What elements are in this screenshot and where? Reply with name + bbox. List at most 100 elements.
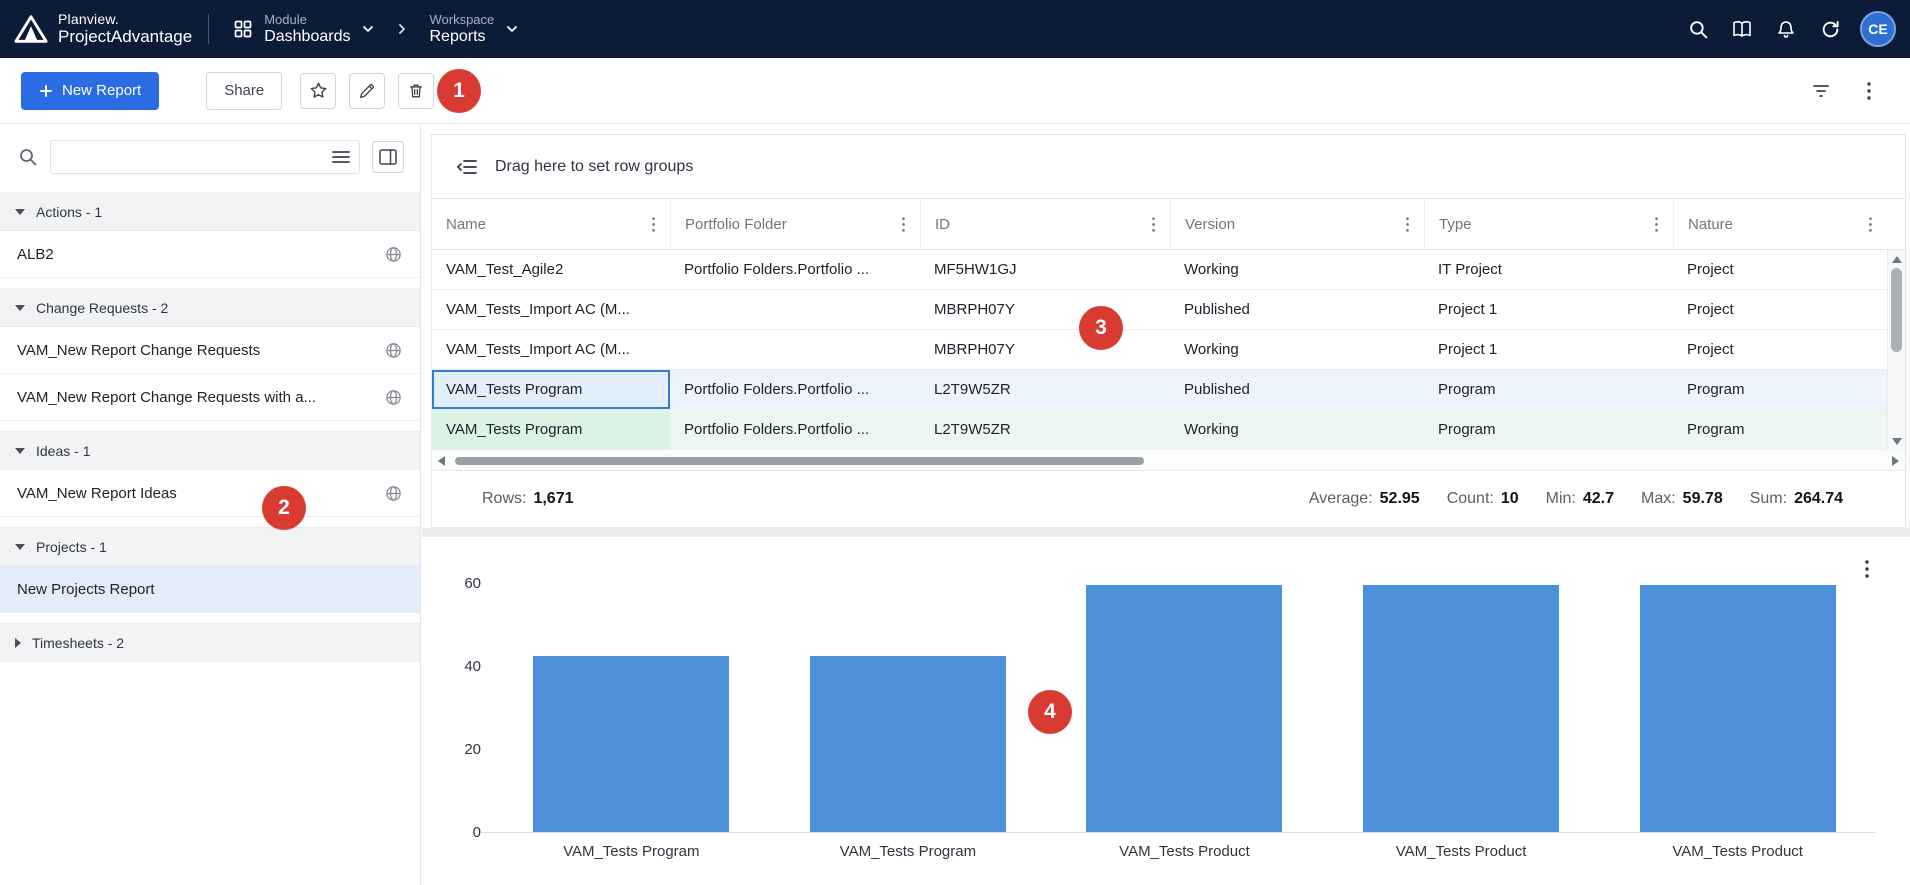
column-header-version[interactable]: Version xyxy=(1170,199,1424,249)
cell-nature[interactable]: Project xyxy=(1673,330,1887,369)
section-label: Timesheets - 2 xyxy=(32,635,124,651)
cell-id[interactable]: MBRPH07Y xyxy=(920,330,1170,369)
annotation-badge-2: 2 xyxy=(262,486,306,530)
cell-type[interactable]: Program xyxy=(1424,410,1673,449)
row-groups-icon xyxy=(456,158,478,176)
x-axis-labels: VAM_Tests Program VAM_Tests Program VAM_… xyxy=(493,843,1876,860)
table-row-highlighted[interactable]: VAM_Tests Program Portfolio Folders.Port… xyxy=(432,410,1887,450)
cell-type[interactable]: IT Project xyxy=(1424,250,1673,289)
sidebar-section-change-requests[interactable]: Change Requests - 2 xyxy=(0,288,420,327)
table-row[interactable]: VAM_Tests_Import AC (M... MBRPH07Y Worki… xyxy=(432,330,1887,370)
brand[interactable]: Planview. ProjectAdvantage xyxy=(14,11,192,47)
chart-options-button[interactable] xyxy=(1858,553,1876,585)
sidebar-section-timesheets[interactable]: Timesheets - 2 xyxy=(0,623,420,662)
cell-name[interactable]: VAM_Test_Agile2 xyxy=(432,250,670,289)
cell-portfolio-folder[interactable]: Portfolio Folders.Portfolio ... xyxy=(670,410,920,449)
column-menu-icon[interactable] xyxy=(651,216,656,233)
column-menu-icon[interactable] xyxy=(901,216,906,233)
chart-bar xyxy=(533,656,729,833)
edit-button[interactable] xyxy=(349,73,385,109)
cell-type[interactable]: Project 1 xyxy=(1424,290,1673,329)
workspace-label: Workspace xyxy=(429,12,494,28)
column-header-portfolio-folder[interactable]: Portfolio Folder xyxy=(670,199,920,249)
sidebar-section-ideas[interactable]: Ideas - 1 xyxy=(0,431,420,470)
cell-id[interactable]: MBRPH07Y xyxy=(920,290,1170,329)
filter-button[interactable] xyxy=(1801,71,1841,111)
cell-id[interactable]: MF5HW1GJ xyxy=(920,250,1170,289)
horizontal-scrollbar-track[interactable] xyxy=(451,456,1886,466)
user-avatar[interactable]: CE xyxy=(1860,11,1896,47)
workspace-switcher[interactable]: Workspace Reports xyxy=(421,7,527,52)
table-row[interactable]: VAM_Test_Agile2 Portfolio Folders.Portfo… xyxy=(432,250,1887,290)
cell-portfolio-folder[interactable] xyxy=(670,290,920,329)
column-header-name[interactable]: Name xyxy=(432,199,670,249)
favorite-button[interactable] xyxy=(300,73,336,109)
sidebar-item-ideas-1[interactable]: VAM_New Report Ideas xyxy=(0,470,420,517)
horizontal-scrollbar[interactable] xyxy=(432,451,1905,471)
column-menu-icon[interactable] xyxy=(1151,216,1156,233)
cell-nature[interactable]: Project xyxy=(1673,250,1887,289)
x-axis-label: VAM_Tests Product xyxy=(1323,843,1600,860)
column-menu-icon[interactable] xyxy=(1654,216,1659,233)
brand-product: ProjectAdvantage xyxy=(58,27,192,47)
scroll-up-arrow-icon[interactable] xyxy=(1892,256,1902,263)
cell-version[interactable]: Working xyxy=(1170,330,1424,369)
cell-portfolio-folder[interactable]: Portfolio Folders.Portfolio ... xyxy=(670,250,920,289)
x-axis-label: VAM_Tests Product xyxy=(1046,843,1323,860)
cell-id[interactable]: L2T9W5ZR xyxy=(920,370,1170,409)
cell-version[interactable]: Published xyxy=(1170,290,1424,329)
scroll-left-arrow-icon[interactable] xyxy=(438,456,445,466)
column-header-nature[interactable]: Nature xyxy=(1673,199,1887,249)
more-options-button[interactable] xyxy=(1849,71,1889,111)
scroll-right-arrow-icon[interactable] xyxy=(1892,456,1899,466)
sidebar-section-projects[interactable]: Projects - 1 xyxy=(0,527,420,566)
table-row[interactable]: VAM_Tests_Import AC (M... MBRPH07Y Publi… xyxy=(432,290,1887,330)
vertical-scrollbar-thumb[interactable] xyxy=(1891,268,1902,352)
sidebar-search-box[interactable] xyxy=(50,140,360,174)
table-row-selected[interactable]: VAM_Tests Program Portfolio Folders.Port… xyxy=(432,370,1887,410)
cell-version[interactable]: Working xyxy=(1170,410,1424,449)
cell-name[interactable]: VAM_Tests_Import AC (M... xyxy=(432,290,670,329)
search-input[interactable] xyxy=(60,149,332,166)
sidebar-item-alb2[interactable]: ALB2 xyxy=(0,231,420,278)
cell-portfolio-folder[interactable]: Portfolio Folders.Portfolio ... xyxy=(670,370,920,409)
scroll-down-arrow-icon[interactable] xyxy=(1892,438,1902,445)
cell-id[interactable]: L2T9W5ZR xyxy=(920,410,1170,449)
toggle-panel-button[interactable] xyxy=(372,141,404,173)
delete-button[interactable] xyxy=(398,73,434,109)
cell-name[interactable]: VAM_Tests_Import AC (M... xyxy=(432,330,670,369)
share-button[interactable]: Share xyxy=(206,72,282,110)
cell-version[interactable]: Working xyxy=(1170,250,1424,289)
sidebar-item-change-requests-2[interactable]: VAM_New Report Change Requests with a... xyxy=(0,374,420,421)
refresh-icon xyxy=(1820,19,1841,40)
cell-nature[interactable]: Project xyxy=(1673,290,1887,329)
horizontal-scrollbar-thumb[interactable] xyxy=(455,457,1144,465)
menu-icon[interactable] xyxy=(332,150,350,164)
sidebar-section-actions[interactable]: Actions - 1 xyxy=(0,192,420,231)
module-switcher[interactable]: Module Dashboards xyxy=(225,7,383,52)
cell-type[interactable]: Program xyxy=(1424,370,1673,409)
section-label: Change Requests - 2 xyxy=(36,300,168,316)
column-header-type[interactable]: Type xyxy=(1424,199,1673,249)
cell-type[interactable]: Project 1 xyxy=(1424,330,1673,369)
cell-name-focused[interactable]: VAM_Tests Program xyxy=(432,370,670,409)
cell-name-highlighted[interactable]: VAM_Tests Program xyxy=(432,410,670,449)
column-menu-icon[interactable] xyxy=(1405,216,1410,233)
search-button[interactable] xyxy=(1676,7,1720,51)
new-report-button[interactable]: New Report xyxy=(21,72,159,110)
refresh-button[interactable] xyxy=(1808,7,1852,51)
report-grid-panel: Drag here to set row groups Name Portfol… xyxy=(431,134,1906,528)
cell-version[interactable]: Published xyxy=(1170,370,1424,409)
sidebar-item-new-projects-report[interactable]: New Projects Report xyxy=(0,566,420,613)
cell-nature[interactable]: Program xyxy=(1673,370,1887,409)
row-groups-dropzone[interactable]: Drag here to set row groups xyxy=(432,135,1905,199)
cell-nature[interactable]: Program xyxy=(1673,410,1887,449)
vertical-scrollbar[interactable] xyxy=(1887,250,1905,451)
sidebar-item-change-requests-1[interactable]: VAM_New Report Change Requests xyxy=(0,327,420,374)
documentation-button[interactable] xyxy=(1720,7,1764,51)
column-menu-icon[interactable] xyxy=(1868,216,1873,233)
cell-portfolio-folder[interactable] xyxy=(670,330,920,369)
notifications-button[interactable] xyxy=(1764,7,1808,51)
column-header-id[interactable]: ID xyxy=(920,199,1170,249)
collapse-triangle-icon xyxy=(15,209,25,215)
